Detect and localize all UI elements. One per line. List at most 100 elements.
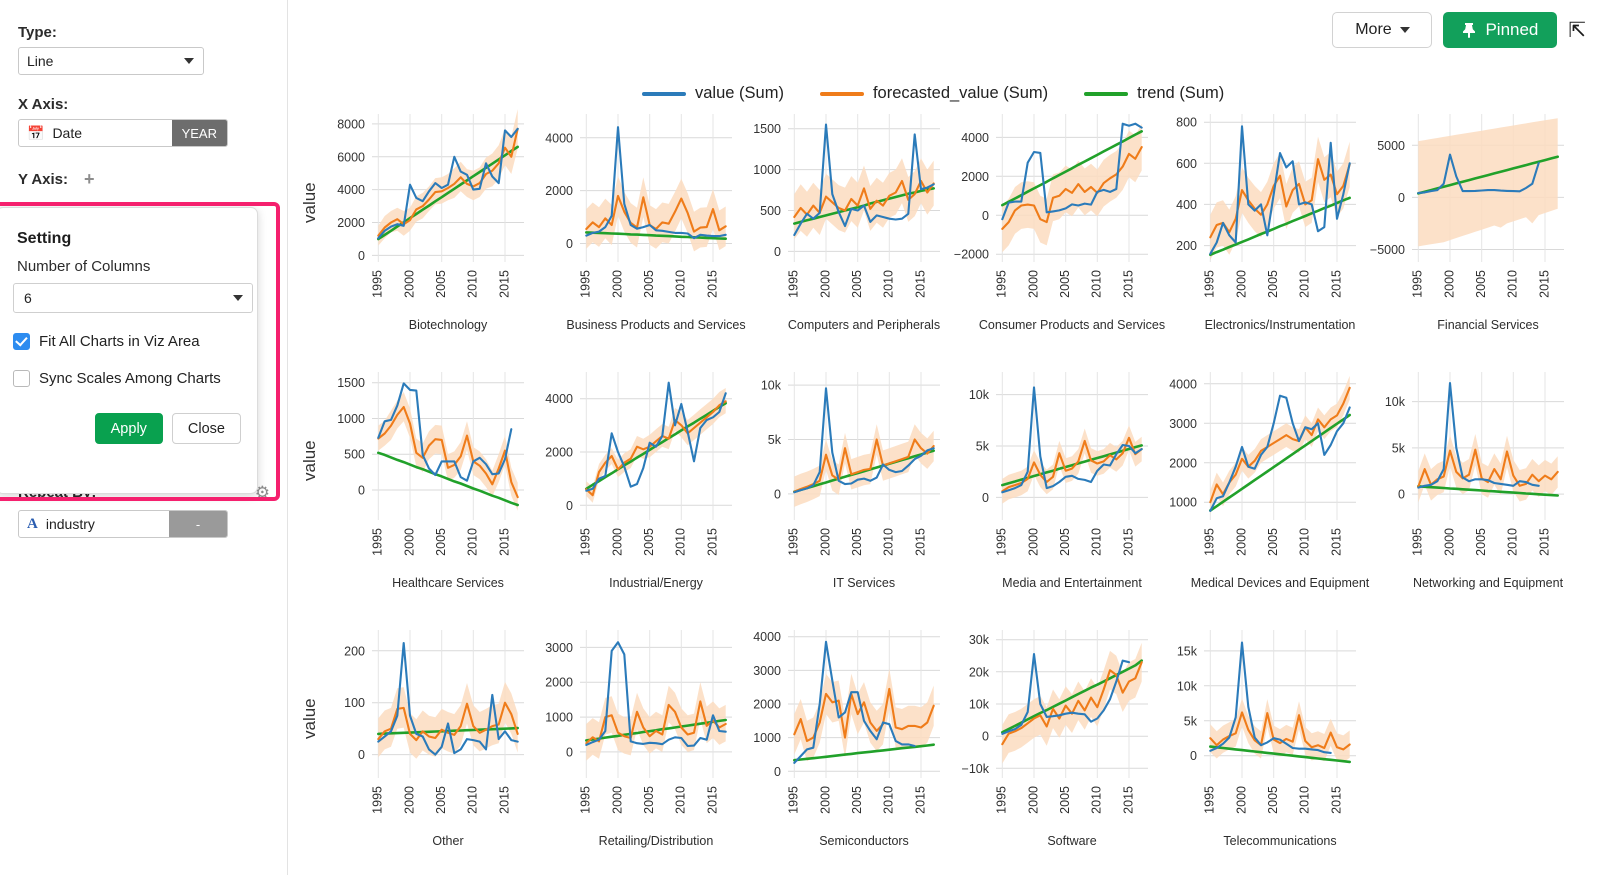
svg-text:2000: 2000 bbox=[1234, 270, 1248, 298]
chart-panel[interactable]: 0 2000 4000 1995 2000 2005 2010 2015 Business Pr… bbox=[528, 106, 746, 340]
add-y-axis-icon[interactable]: + bbox=[84, 170, 95, 188]
svg-text:0: 0 bbox=[982, 209, 989, 223]
svg-text:10k: 10k bbox=[969, 698, 990, 712]
chart-panel[interactable]: 0 500 1000 1500 1995 2000 2005 2010 2015 Computer… bbox=[736, 106, 946, 340]
repeat-by-aggregation-tag[interactable]: - bbox=[169, 511, 227, 537]
svg-text:1995: 1995 bbox=[787, 528, 801, 556]
svg-text:2000: 2000 bbox=[818, 786, 832, 814]
svg-text:2000: 2000 bbox=[610, 528, 624, 556]
svg-text:−10k: −10k bbox=[962, 762, 990, 776]
more-button[interactable]: More bbox=[1332, 12, 1433, 48]
x-axis-granularity-tag[interactable]: YEAR bbox=[171, 120, 227, 146]
x-axis-pill-main[interactable]: 📅 Date bbox=[19, 120, 172, 146]
expand-icon[interactable]: ⇱ bbox=[1568, 20, 1586, 41]
x-axis-pill-value: Date bbox=[52, 125, 83, 141]
svg-text:2000: 2000 bbox=[818, 270, 832, 298]
chart-panel[interactable]: 0 5k 10k 1995 2000 2005 2010 2015 IT Services bbox=[736, 364, 946, 598]
repeat-by-pill-value: industry bbox=[45, 516, 95, 532]
svg-text:2010: 2010 bbox=[882, 270, 896, 298]
chart-panel[interactable]: −10k 0 10k 20k 30k 1995 2000 2005 2010 2015 Softwa… bbox=[944, 622, 1154, 856]
svg-text:2000: 2000 bbox=[402, 270, 416, 298]
chart-panel[interactable]: −5000 0 5000 1995 2000 2005 2010 2015 Financial … bbox=[1360, 106, 1570, 340]
repeat-by-pill[interactable]: A industry - bbox=[18, 510, 228, 538]
svg-text:1000: 1000 bbox=[753, 163, 781, 177]
svg-text:2005: 2005 bbox=[642, 786, 656, 814]
svg-text:1500: 1500 bbox=[753, 122, 781, 136]
svg-text:3000: 3000 bbox=[753, 664, 781, 678]
chart-panel[interactable]: 0 5k 10k 15k 1995 2000 2005 2010 2015 Telecommuni… bbox=[1152, 622, 1362, 856]
svg-text:5k: 5k bbox=[768, 433, 782, 447]
chart-row: value 0 500 1000 1500 1995 2000 2005 2010 2015 Hea… bbox=[300, 364, 1600, 622]
chart-panel[interactable]: 0 5k 10k 1995 2000 2005 2010 2015 Media and Ente… bbox=[944, 364, 1154, 598]
chart-svg: 0 2000 4000 1995 2000 2005 2010 2015 bbox=[545, 114, 732, 298]
sync-scales-row[interactable]: Sync Scales Among Charts bbox=[13, 370, 237, 387]
svg-text:100: 100 bbox=[344, 696, 365, 710]
svg-text:2015: 2015 bbox=[1537, 528, 1551, 556]
svg-text:5000: 5000 bbox=[1377, 139, 1405, 153]
svg-text:2000: 2000 bbox=[1234, 786, 1248, 814]
svg-text:1000: 1000 bbox=[545, 711, 573, 725]
svg-text:1995: 1995 bbox=[371, 786, 385, 814]
legend-swatch-value bbox=[642, 91, 686, 96]
fit-all-charts-checkbox[interactable] bbox=[13, 333, 30, 350]
svg-text:10k: 10k bbox=[761, 379, 782, 393]
svg-text:1995: 1995 bbox=[1411, 528, 1425, 556]
fit-all-charts-row[interactable]: Fit All Charts in Viz Area bbox=[13, 333, 237, 350]
svg-text:4000: 4000 bbox=[337, 183, 365, 197]
svg-text:2015: 2015 bbox=[497, 786, 511, 814]
svg-text:2005: 2005 bbox=[434, 270, 448, 298]
chart-panel[interactable]: 200 400 600 800 1995 2000 2005 2010 2015 Electron… bbox=[1152, 106, 1362, 340]
svg-text:2000: 2000 bbox=[610, 270, 624, 298]
svg-text:2010: 2010 bbox=[466, 270, 480, 298]
svg-text:−5000: −5000 bbox=[1370, 243, 1405, 257]
svg-text:4000: 4000 bbox=[545, 131, 573, 145]
svg-text:2000: 2000 bbox=[818, 528, 832, 556]
svg-text:2005: 2005 bbox=[642, 270, 656, 298]
chevron-down-icon bbox=[184, 58, 194, 64]
chart-svg: 0 5k 10k 15k 1995 2000 2005 2010 2015 bbox=[1177, 630, 1356, 814]
svg-text:2015: 2015 bbox=[1329, 528, 1343, 556]
close-button[interactable]: Close bbox=[171, 413, 241, 444]
svg-text:1000: 1000 bbox=[337, 412, 365, 426]
chart-panel[interactable]: −2000 0 2000 4000 1995 2000 2005 2010 2015 Consum… bbox=[944, 106, 1165, 340]
svg-text:2010: 2010 bbox=[1298, 270, 1312, 298]
chart-config-panel: Type: Line X Axis: 📅 Date YEAR Y Axis: +… bbox=[0, 0, 288, 875]
chart-panel[interactable]: 1000 2000 3000 4000 1995 2000 2005 2010 2015 Medi… bbox=[1152, 364, 1369, 598]
chart-panel[interactable]: 0 1000 2000 3000 1995 2000 2005 2010 2015 Retaili… bbox=[528, 622, 738, 856]
svg-text:2005: 2005 bbox=[850, 528, 864, 556]
svg-text:2010: 2010 bbox=[882, 528, 896, 556]
chart-panel[interactable]: 0 5k 10k 1995 2000 2005 2010 2015 Networking and… bbox=[1360, 364, 1570, 598]
apply-button[interactable]: Apply bbox=[94, 413, 163, 444]
svg-text:2010: 2010 bbox=[674, 528, 688, 556]
settings-title: Setting bbox=[17, 230, 72, 247]
svg-text:2000: 2000 bbox=[545, 184, 573, 198]
x-axis-pill[interactable]: 📅 Date YEAR bbox=[18, 119, 228, 147]
svg-text:2000: 2000 bbox=[545, 676, 573, 690]
chart-panel[interactable]: 0 1000 2000 3000 4000 1995 2000 2005 2010 2015 Sem… bbox=[736, 622, 946, 856]
svg-text:2010: 2010 bbox=[1090, 786, 1104, 814]
pin-icon bbox=[1463, 23, 1476, 38]
type-select[interactable]: Line bbox=[18, 47, 204, 75]
svg-text:1995: 1995 bbox=[1203, 270, 1217, 298]
text-field-icon: A bbox=[27, 515, 38, 532]
pinned-button[interactable]: Pinned bbox=[1443, 12, 1558, 48]
chart-svg: 0 1000 2000 3000 4000 1995 2000 2005 2010 2015 bbox=[753, 630, 940, 814]
svg-text:2015: 2015 bbox=[705, 528, 719, 556]
chart-panel[interactable]: 0 2000 4000 1995 2000 2005 2010 2015 Industrial/… bbox=[528, 364, 738, 598]
svg-text:0: 0 bbox=[566, 237, 573, 251]
svg-text:1995: 1995 bbox=[995, 786, 1009, 814]
chart-panel[interactable]: 0 500 1000 1500 1995 2000 2005 2010 2015 Healthca… bbox=[320, 364, 530, 598]
chart-svg: 0 5k 10k 1995 2000 2005 2010 2015 bbox=[761, 372, 940, 556]
svg-text:2010: 2010 bbox=[1090, 528, 1104, 556]
svg-text:800: 800 bbox=[1176, 116, 1197, 130]
pinned-button-label: Pinned bbox=[1485, 20, 1539, 39]
number-of-columns-select[interactable]: 6 bbox=[13, 283, 253, 313]
chart-panel[interactable]: 0 2000 4000 6000 8000 1995 2000 2005 2010 2015 Bio… bbox=[320, 106, 530, 340]
svg-text:500: 500 bbox=[344, 448, 365, 462]
repeat-by-pill-main[interactable]: A industry bbox=[19, 511, 169, 537]
sync-scales-checkbox[interactable] bbox=[13, 370, 30, 387]
svg-text:4000: 4000 bbox=[545, 392, 573, 406]
chart-panel[interactable]: 0 100 200 1995 2000 2005 2010 2015 Other bbox=[320, 622, 530, 856]
chart-svg: 0 500 1000 1500 1995 2000 2005 2010 2015 bbox=[337, 372, 524, 556]
svg-text:2010: 2010 bbox=[882, 786, 896, 814]
